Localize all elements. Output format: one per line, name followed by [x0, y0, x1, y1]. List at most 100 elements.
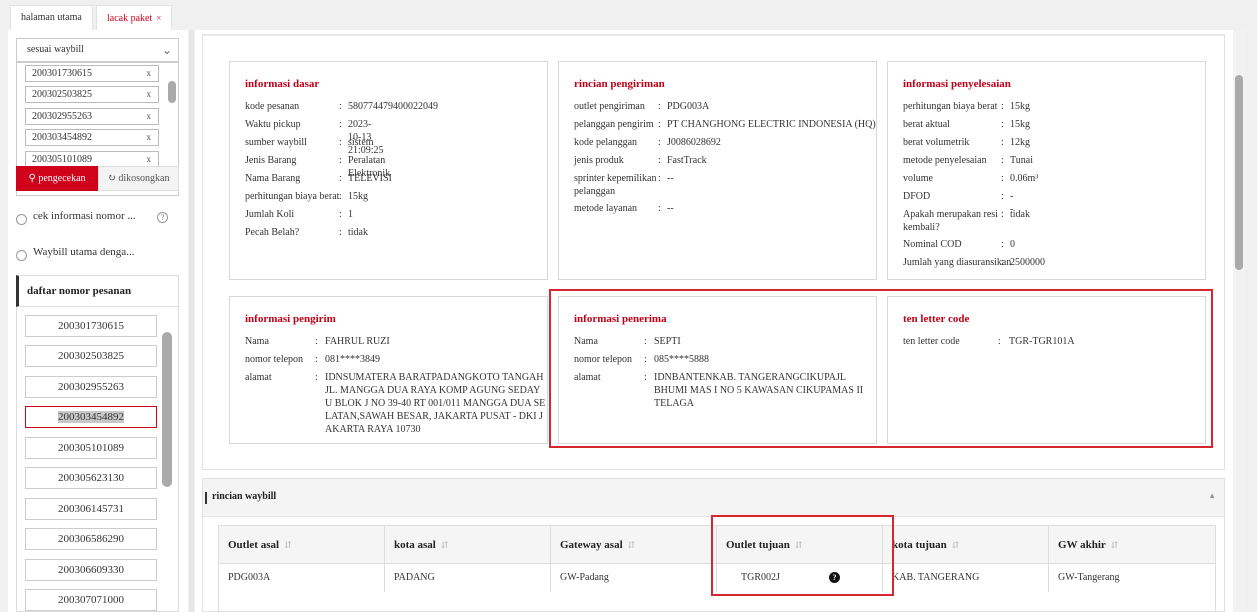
remove-icon[interactable]: x — [147, 87, 152, 102]
list-item-text: 200306145731 — [58, 503, 124, 515]
waybill-tag-text: 200302503825 — [32, 89, 92, 100]
tab-halaman-utama[interactable]: halaman utama — [10, 5, 93, 30]
scrollbar[interactable] — [162, 332, 172, 487]
clear-button[interactable]: ↻ dikosongkan — [98, 166, 179, 191]
radio-waybill-utama[interactable]: Waybill utama denga... — [16, 246, 186, 264]
sort-icon[interactable]: ⇵ — [284, 540, 292, 550]
list-item[interactable]: 200306586290 — [25, 528, 157, 550]
column-header[interactable]: kota asal ⇵ — [385, 526, 551, 564]
list-item-text: 200302955263 — [58, 381, 124, 393]
list-item[interactable]: 200305101089 — [25, 437, 157, 459]
list-item-text: 200306586290 — [58, 533, 124, 545]
waybill-tag-text: 200302955263 — [32, 111, 92, 122]
sort-icon[interactable]: ⇵ — [441, 540, 449, 550]
radio-cek-informasi[interactable]: cek informasi nomor ... ? — [16, 210, 186, 228]
panel-splitter[interactable] — [189, 30, 194, 612]
sort-icon[interactable]: ⇵ — [952, 540, 960, 550]
list-item[interactable]: 200306145731 — [25, 498, 157, 520]
separator: : — [1001, 137, 1004, 148]
separator: : — [1001, 119, 1004, 130]
list-item[interactable]: 200302503825 — [25, 345, 157, 367]
remove-icon[interactable]: x — [147, 109, 152, 124]
separator: : — [1001, 155, 1004, 166]
list-item[interactable]: 200301730615 — [25, 315, 157, 337]
close-icon[interactable]: × — [156, 13, 161, 23]
waybill-section-header[interactable]: rincian waybill ▲ — [203, 479, 1224, 517]
field-key: Apakah merupakan resi kembali? — [903, 209, 998, 233]
field-key: jenis produk — [574, 155, 624, 166]
remove-icon[interactable]: x — [147, 66, 152, 81]
field-value: IDNSUMATERA BARATPADANGKOTO TANGAHJL. MA… — [325, 372, 546, 435]
field-value: 12kg — [1010, 137, 1030, 148]
search-icon: ⚲ — [28, 173, 36, 184]
separator: : — [315, 336, 318, 347]
column-header[interactable]: GW akhir ⇵ — [1049, 526, 1215, 564]
list-item-text: 200307071000 — [58, 594, 124, 606]
card-informasi-dasar: informasi dasar kode pesanan:58077447940… — [229, 61, 548, 280]
list-item-text: 200301730615 — [58, 320, 124, 332]
column-header[interactable]: Gateway asal ⇵ — [551, 526, 717, 564]
radio-label: cek informasi nomor ... — [33, 210, 136, 222]
scrollbar[interactable] — [168, 81, 176, 103]
separator: : — [339, 209, 342, 220]
list-item-text: 200305101089 — [58, 442, 124, 454]
tab-label: halaman utama — [21, 12, 82, 23]
list-item[interactable]: 200305623130 — [25, 467, 157, 489]
tab-label: lacak paket — [107, 13, 153, 24]
list-item[interactable]: 200302955263 — [25, 376, 157, 398]
clear-icon: ↻ — [107, 173, 116, 184]
highlight-box — [711, 515, 894, 596]
field-value: 2500000 — [1010, 257, 1045, 268]
card-title: informasi pengirim — [245, 313, 336, 325]
field-key: berat aktual — [903, 119, 950, 130]
field-key: metode layanan — [574, 203, 638, 214]
column-header[interactable]: Outlet asal ⇵ — [219, 526, 385, 564]
sort-icon[interactable]: ⇵ — [628, 540, 636, 550]
field-key: kode pelanggan — [574, 137, 638, 148]
waybill-tag-text: 200305101089 — [32, 154, 92, 165]
field-value: 580774479400022049 — [348, 101, 438, 112]
tab-lacak-paket[interactable]: lacak paket × — [96, 5, 173, 30]
search-mode-select[interactable]: sesuai waybill ⌄ — [16, 38, 179, 62]
field-key: Jumlah yang diasuransikan — [903, 257, 1012, 268]
field-key: Jenis Barang — [245, 155, 297, 166]
separator: : — [658, 173, 661, 184]
column-header[interactable]: kota tujuan ⇵ — [883, 526, 1049, 564]
scrollbar-thumb[interactable] — [1235, 75, 1243, 270]
remove-icon[interactable]: x — [147, 130, 152, 145]
separator: : — [1001, 173, 1004, 184]
remove-icon[interactable]: x — [147, 152, 152, 167]
order-list-title: daftar nomor pesanan — [16, 275, 179, 307]
list-item-text: 200303454892 — [58, 411, 124, 423]
column-header-label: Gateway asal — [560, 539, 623, 551]
sort-icon[interactable]: ⇵ — [1111, 540, 1119, 550]
card-title: rincian pengiriman — [574, 78, 665, 90]
field-value: 15kg — [1010, 101, 1030, 112]
table-cell: KAB. TANGERANG — [883, 564, 1049, 592]
list-item-text: 200305623130 — [58, 472, 124, 484]
separator: : — [315, 372, 318, 383]
search-button[interactable]: ⚲ pengecekan — [16, 166, 98, 191]
field-key: kode pesanan — [245, 101, 300, 112]
list-item[interactable]: 200306609330 — [25, 559, 157, 581]
list-item[interactable]: 200307071000 — [25, 589, 157, 611]
radio-circle[interactable] — [16, 214, 27, 225]
separator: : — [1001, 191, 1004, 202]
separator: : — [1001, 257, 1004, 268]
clear-button-label: dikosongkan — [118, 173, 170, 184]
help-icon[interactable]: ? — [157, 212, 168, 223]
field-value: Tunai — [1010, 155, 1033, 166]
collapse-icon[interactable]: ▲ — [1208, 491, 1216, 500]
radio-circle[interactable] — [16, 250, 27, 261]
field-key: sumber waybill — [245, 137, 307, 148]
field-key: Jumlah Koli — [245, 209, 295, 220]
separator: : — [339, 155, 342, 166]
main-scrollbar[interactable] — [1233, 30, 1245, 612]
section-marker — [205, 492, 207, 504]
main-content: informasi dasar kode pesanan:58077447940… — [195, 30, 1245, 612]
left-panel: sesuai waybill ⌄ 200301730615 x 200302503… — [8, 30, 188, 612]
card-rincian-pengiriman: rincian pengiriman outlet pengiriman: PDG… — [558, 61, 877, 280]
table-cell: PADANG — [385, 564, 551, 592]
field-value: TELEVISI — [348, 173, 392, 184]
list-item-selected[interactable]: 200303454892 — [25, 406, 157, 428]
